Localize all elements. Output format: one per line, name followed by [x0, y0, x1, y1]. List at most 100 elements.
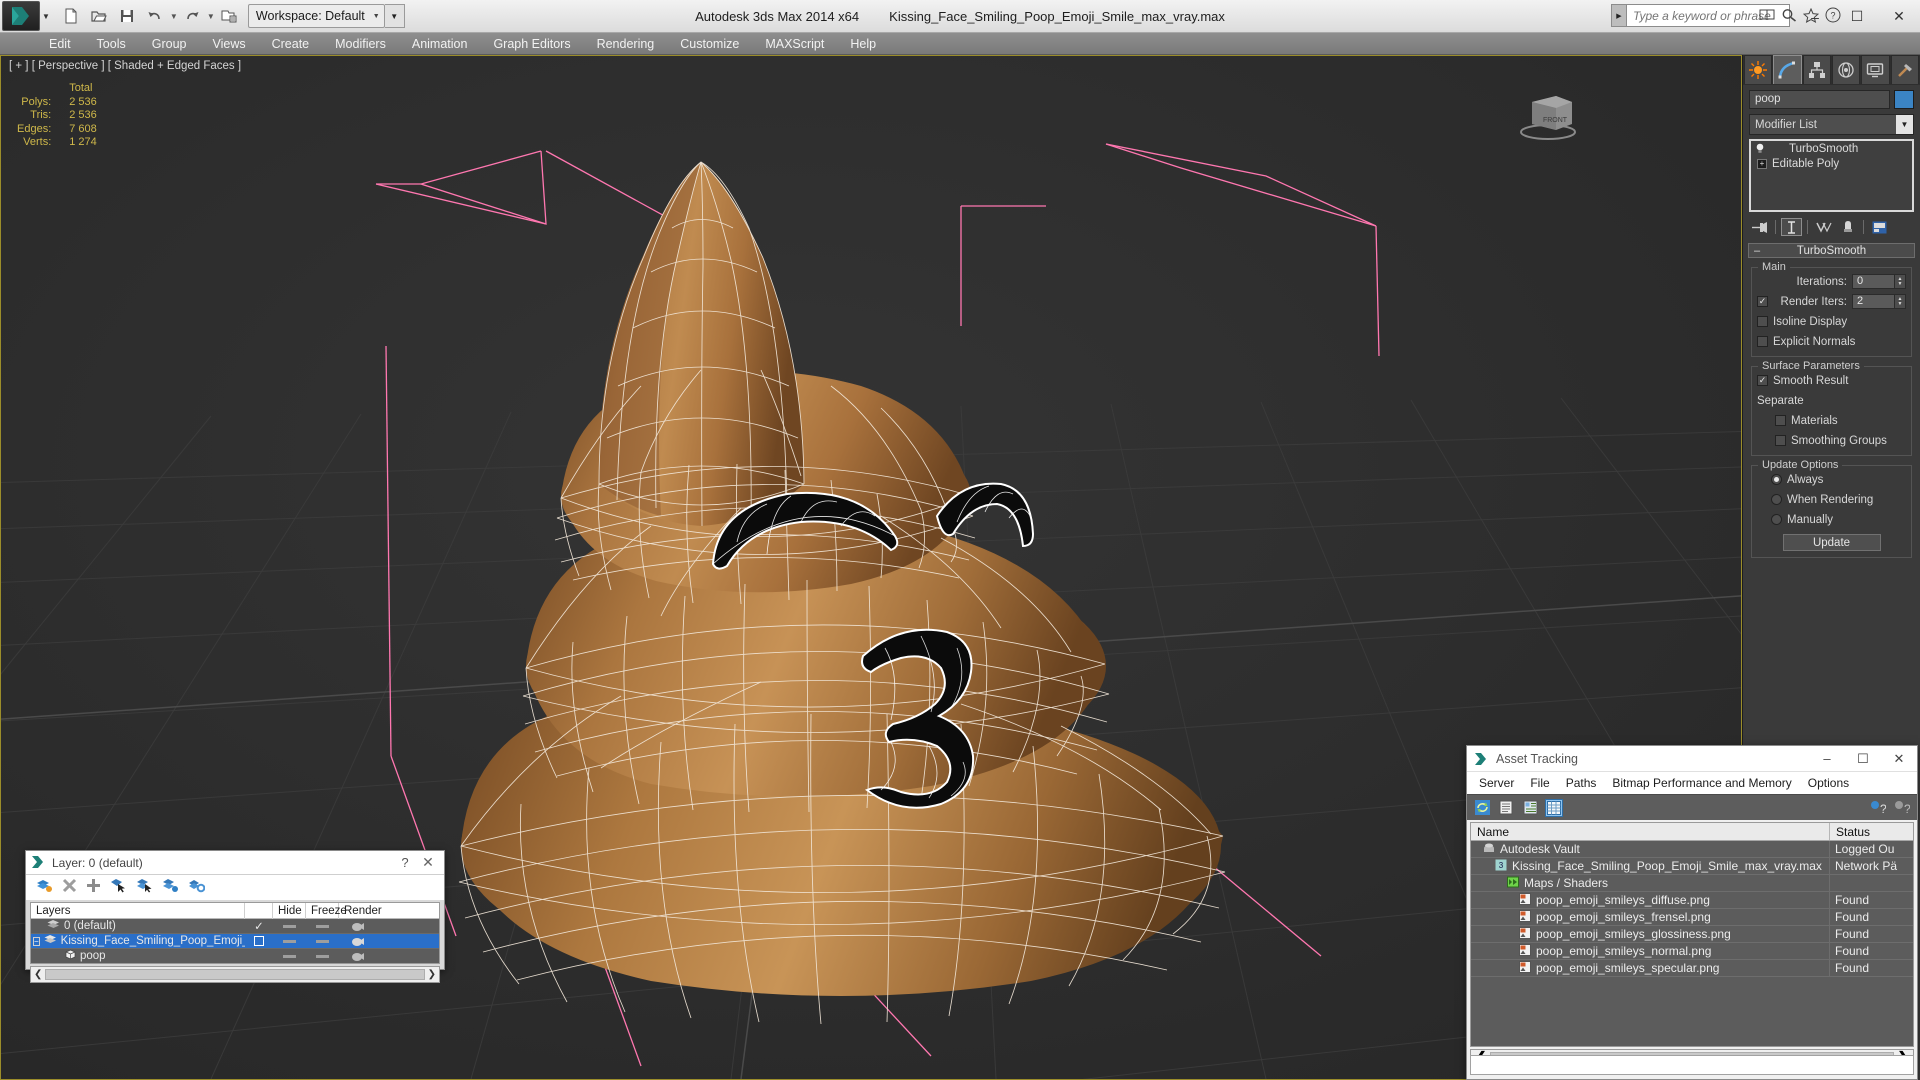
minimize-button[interactable]: – [1794, 0, 1836, 33]
asset-row-normal[interactable]: poop_emoji_smileys_normal.png Found [1471, 942, 1913, 960]
isoline-display-checkbox[interactable] [1757, 316, 1768, 327]
asset-tracking-dialog[interactable]: Asset Tracking – ☐ ✕ Server File Paths B… [1466, 745, 1918, 1080]
render-iters-spinner[interactable]: 2 ▲ ▼ [1852, 294, 1906, 309]
always-radio[interactable] [1771, 474, 1782, 485]
view-cube[interactable]: FRONT [1516, 86, 1586, 142]
menu-maxscript[interactable]: MAXScript [752, 35, 837, 53]
smoothing-groups-row[interactable]: Smoothing Groups [1757, 432, 1906, 449]
smooth-result-row[interactable]: ✓ Smooth Result [1757, 372, 1906, 389]
render-toggle-0[interactable] [339, 921, 375, 932]
asset-row-frensel[interactable]: poop_emoji_smileys_frensel.png Found [1471, 908, 1913, 926]
render-iters-value[interactable]: 2 [1852, 294, 1895, 309]
menu-animation[interactable]: Animation [399, 35, 481, 53]
motion-tab[interactable] [1831, 55, 1861, 84]
scroll-left-icon[interactable]: ❮ [34, 969, 42, 980]
workspace-selector[interactable]: Workspace: Default ▼ [247, 4, 385, 28]
search-dropdown-icon[interactable]: ▶ [1611, 4, 1627, 27]
menu-create[interactable]: Create [259, 35, 323, 53]
materials-checkbox[interactable] [1775, 415, 1786, 426]
layer-dialog[interactable]: Layer: 0 (default) ? ✕ Layers Hide Freez… [25, 850, 445, 983]
grid-view-icon[interactable] [1545, 798, 1563, 817]
expand-plus-icon[interactable]: + [1757, 158, 1767, 169]
layer-list[interactable]: Layers Hide Freeze Render 0 (default) ✓ [30, 902, 440, 964]
layer-row-kissing-face[interactable]: − Kissing_Face_Smiling_Poop_Emoji_Smile [31, 934, 439, 949]
workspace-dropdown-button[interactable]: ▼ [384, 4, 405, 28]
list-view-icon[interactable] [1497, 799, 1515, 817]
menu-edit[interactable]: Edit [36, 35, 84, 53]
object-name-field[interactable]: poop [1749, 90, 1890, 109]
undo-dropdown-caret-icon[interactable]: ▼ [170, 12, 178, 21]
app-menu-caret-icon[interactable]: ▼ [42, 12, 50, 21]
modifier-stack-item-turbosmooth[interactable]: TurboSmooth [1751, 141, 1912, 156]
when-rendering-radio[interactable] [1771, 494, 1782, 505]
hierarchy-tab[interactable] [1802, 55, 1831, 84]
asset-row-vault[interactable]: Autodesk Vault Logged Ou [1471, 840, 1913, 858]
layer-horizontal-scrollbar[interactable]: ❮ ❯ [30, 966, 440, 983]
show-end-result-icon[interactable] [1781, 218, 1802, 236]
layer-row-default[interactable]: 0 (default) ✓ [31, 919, 439, 934]
asset-menu-paths[interactable]: Paths [1558, 774, 1605, 792]
asset-menu-options[interactable]: Options [1800, 774, 1857, 792]
set-project-folder-icon[interactable] [216, 3, 242, 29]
layer-dialog-help-button[interactable]: ? [394, 855, 416, 870]
menu-customize[interactable]: Customize [667, 35, 752, 53]
make-unique-icon[interactable] [1813, 218, 1834, 236]
menu-rendering[interactable]: Rendering [584, 35, 668, 53]
display-tab[interactable] [1861, 55, 1890, 84]
update-option-when-rendering[interactable]: When Rendering [1757, 491, 1906, 508]
asset-row-maps-shaders[interactable]: Maps / Shaders [1471, 874, 1913, 892]
asset-maximize-button[interactable]: ☐ [1845, 746, 1881, 772]
redo-icon[interactable] [179, 3, 205, 29]
asset-row-diffuse[interactable]: poop_emoji_smileys_diffuse.png Found [1471, 891, 1913, 909]
3dsmax-app-logo[interactable] [2, 1, 40, 31]
pin-stack-icon[interactable] [1749, 218, 1770, 236]
hide-toggle-0[interactable] [273, 924, 306, 928]
hide-toggle-1[interactable] [273, 939, 306, 943]
open-file-icon[interactable] [86, 3, 112, 29]
render-iters-checkbox[interactable]: ✓ [1757, 296, 1768, 307]
freeze-toggle-2[interactable] [306, 954, 339, 958]
layer-row-poop-object[interactable]: poop [31, 949, 439, 963]
asset-column-status[interactable]: Status [1830, 823, 1913, 840]
freeze-toggle-1[interactable] [306, 939, 339, 943]
modifier-stack-item-editable-poly[interactable]: + Editable Poly [1751, 156, 1912, 171]
hide-toggle-2[interactable] [273, 954, 306, 958]
select-objects-in-layer-icon[interactable] [110, 878, 127, 898]
asset-menu-server[interactable]: Server [1471, 774, 1522, 792]
smoothing-groups-checkbox[interactable] [1775, 435, 1786, 446]
spinner-arrows-icon[interactable]: ▲ ▼ [1895, 294, 1906, 309]
help-query-alt-icon[interactable]: ? [1893, 799, 1911, 817]
scroll-right-icon[interactable]: ❯ [428, 969, 436, 980]
menu-views[interactable]: Views [199, 35, 258, 53]
isoline-display-row[interactable]: Isoline Display [1757, 313, 1906, 330]
configure-modifier-sets-icon[interactable] [1869, 218, 1890, 236]
save-file-icon[interactable] [114, 3, 140, 29]
subscription-center-icon[interactable] [1758, 6, 1776, 24]
render-toggle-1[interactable] [339, 936, 375, 947]
viewport-label[interactable]: [ + ] [ Perspective ] [ Shaded + Edged F… [9, 60, 241, 72]
create-new-layer-icon[interactable] [36, 878, 53, 898]
asset-list[interactable]: Name Status Autodesk Vault Logged Ou 3 K… [1470, 822, 1914, 1047]
explicit-normals-row[interactable]: Explicit Normals [1757, 333, 1906, 350]
modifier-stack[interactable]: TurboSmooth + Editable Poly [1749, 139, 1914, 212]
asset-close-button[interactable]: ✕ [1881, 746, 1917, 772]
select-highlighted-objects-icon[interactable] [136, 878, 153, 898]
update-button[interactable]: Update [1782, 534, 1881, 551]
add-selection-icon[interactable] [86, 878, 101, 898]
maximize-button[interactable]: ☐ [1836, 0, 1878, 33]
turbosmooth-rollout-header[interactable]: – TurboSmooth [1748, 243, 1915, 258]
layer-properties-icon[interactable] [188, 878, 206, 898]
tree-view-icon[interactable] [1521, 799, 1539, 817]
highlight-selected-objects-icon[interactable] [162, 878, 179, 898]
object-color-swatch[interactable] [1894, 90, 1914, 109]
scroll-thumb[interactable] [45, 969, 425, 980]
new-file-icon[interactable] [58, 3, 84, 29]
asset-menu-bitmap-performance[interactable]: Bitmap Performance and Memory [1604, 774, 1799, 792]
smooth-result-checkbox[interactable]: ✓ [1757, 375, 1768, 386]
explicit-normals-checkbox[interactable] [1757, 336, 1768, 347]
materials-row[interactable]: Materials [1757, 412, 1906, 429]
manually-radio[interactable] [1771, 514, 1782, 525]
asset-menu-file[interactable]: File [1522, 774, 1557, 792]
redo-dropdown-caret-icon[interactable]: ▼ [207, 12, 215, 21]
delete-layer-icon[interactable] [62, 878, 77, 898]
